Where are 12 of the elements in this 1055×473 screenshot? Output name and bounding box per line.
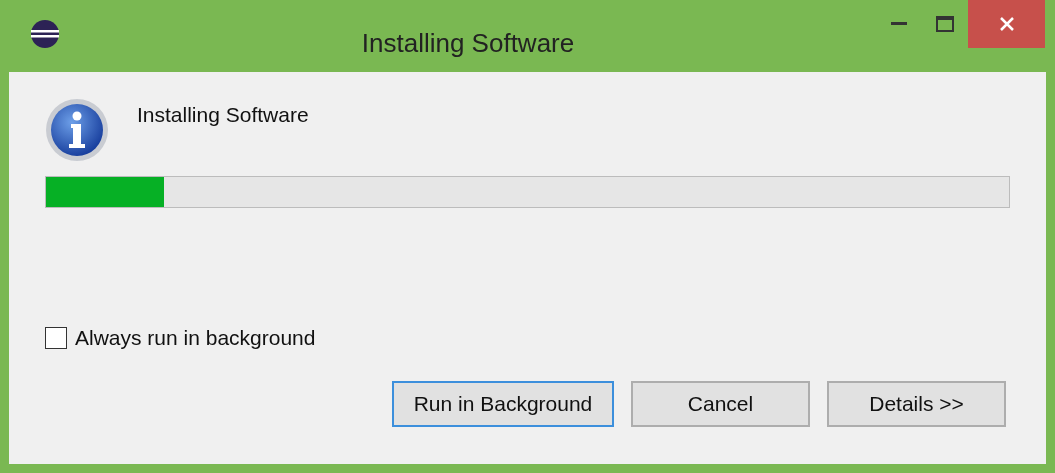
maximize-icon: [936, 16, 954, 32]
close-icon: [998, 16, 1015, 32]
app-logo-icon: [30, 19, 60, 49]
dialog-button[interactable]: Details >>: [827, 380, 1006, 427]
minimize-icon: [891, 22, 907, 26]
dialog-button[interactable]: Cancel: [631, 380, 810, 427]
checkbox-label: Always run in background: [75, 325, 316, 351]
checkbox[interactable]: [45, 326, 67, 349]
info-icon: [45, 98, 109, 162]
dialog-button[interactable]: Run in Background: [392, 380, 614, 427]
window-title: Installing Software: [361, 27, 575, 60]
message-text: Installing Software: [137, 102, 309, 128]
